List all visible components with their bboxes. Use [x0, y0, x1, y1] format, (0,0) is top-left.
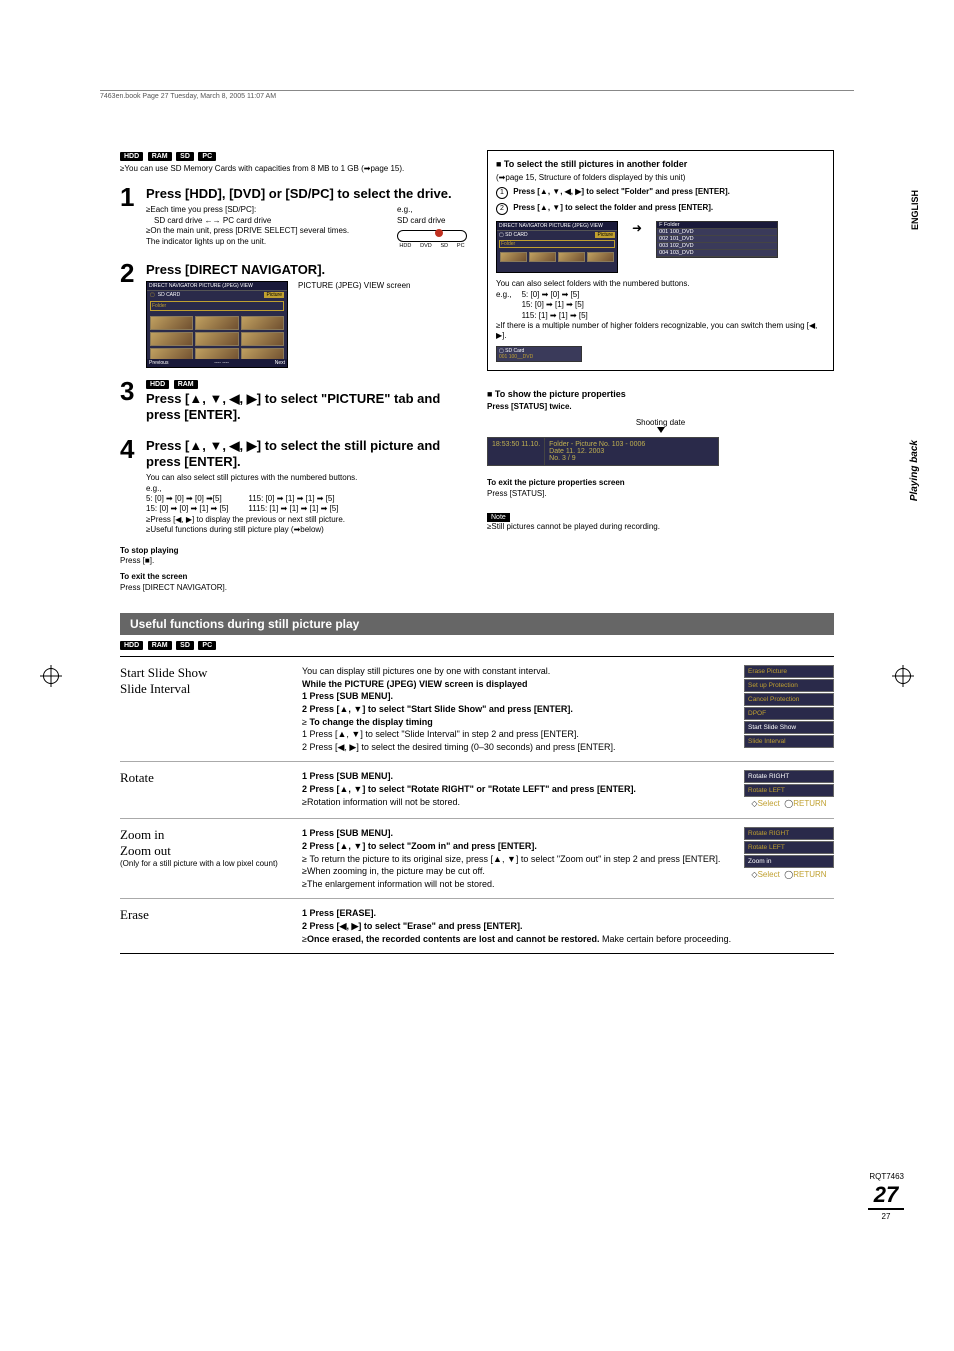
section-tab: Playing back	[909, 440, 920, 501]
model-code: RQT7463	[869, 1172, 904, 1181]
row-erase: Erase 1 Press [ERASE]. 2 Press [◀, ▶] to…	[120, 899, 834, 954]
right-column: ■ To select the still pictures in anothe…	[487, 150, 834, 593]
arrow-icon: ➜	[626, 221, 648, 235]
circled-2: 2	[496, 203, 508, 215]
header-text: 7463en.book Page 27 Tuesday, March 8, 20…	[100, 93, 276, 100]
badge-ram: RAM	[148, 152, 172, 161]
badge-sd: SD	[176, 152, 194, 161]
step-3: 3 HDD RAM Press [▲, ▼, ◀, ▶] to select "…	[120, 378, 467, 426]
left-column: HDD RAM SD PC ≥You can use SD Memory Car…	[120, 150, 467, 593]
circled-1: 1	[496, 187, 508, 199]
functions-table: Start Slide Show Slide Interval You can …	[120, 656, 834, 954]
step-2-caption: PICTURE (JPEG) VIEW screen	[298, 281, 410, 291]
manual-page: 7463en.book Page 27 Tuesday, March 8, 20…	[0, 0, 954, 1351]
step-2: 2 Press [DIRECT NAVIGATOR]. DIRECT NAVIG…	[120, 260, 467, 368]
step-1: 1 Press [HDD], [DVD] or [SD/PC] to selec…	[120, 184, 467, 250]
page-number: 27 27	[868, 1182, 904, 1221]
note-label: Note	[487, 513, 510, 522]
step-1-line: The indicator lights up on the unit.	[146, 237, 387, 247]
properties-block: ■ To show the picture properties Press […	[487, 389, 834, 533]
jpeg-view-screen: DIRECT NAVIGATOR PICTURE (JPEG) VIEW ▢SD…	[146, 281, 288, 368]
badge-hdd: HDD	[120, 152, 143, 161]
intro-line: ≥You can use SD Memory Cards with capaci…	[120, 164, 467, 174]
folder-select-block: ■ To select the still pictures in anothe…	[487, 150, 834, 371]
higher-folder-icon: ▢ SD Card 001 100__DVD	[496, 346, 582, 362]
step-2-title: Press [DIRECT NAVIGATOR].	[146, 262, 467, 277]
step-1-title: Press [HDD], [DVD] or [SD/PC] to select …	[146, 186, 467, 201]
useful-title: Useful functions during still picture pl…	[120, 613, 834, 635]
reg-mark-icon	[40, 665, 62, 687]
exit-heading: To exit the screen	[120, 572, 187, 581]
row-rotate: Rotate 1 Press [SUB MENU]. 2 Press [▲, ▼…	[120, 762, 834, 819]
step-1-eg2: SD card drive	[397, 216, 467, 226]
step-3-title: Press [▲, ▼, ◀, ▶] to select "PICTURE" t…	[146, 391, 467, 422]
folder-list: F Folder 001 100_DVD 002 101_DVD 003 102…	[656, 221, 778, 258]
reg-mark-icon	[892, 665, 914, 687]
language-tab: ENGLISH	[910, 190, 920, 230]
step-4: 4 Press [▲, ▼, ◀, ▶] to select the still…	[120, 436, 467, 535]
media-badges: HDD RAM SD PC	[120, 150, 467, 161]
stop-body: Press [■].	[120, 556, 154, 565]
step-1-line: ≥Each time you press [SD/PC]:	[146, 205, 387, 215]
exit-body: Press [DIRECT NAVIGATOR].	[120, 583, 227, 592]
step-1-eg: e.g.,	[397, 205, 467, 215]
main-content: HDD RAM SD PC ≥You can use SD Memory Car…	[120, 150, 834, 593]
badge-pc: PC	[198, 152, 216, 161]
step-1-line: SD card drive ←→ PC card drive	[146, 216, 387, 226]
step-1-line: ≥On the main unit, press [DRIVE SELECT] …	[146, 226, 387, 236]
folder-screen: DIRECT NAVIGATOR PICTURE (JPEG) VIEW ▢ S…	[496, 221, 618, 273]
stop-heading: To stop playing	[120, 546, 179, 555]
properties-osd: 18:53:50 11.10. Folder - Picture No. 103…	[487, 437, 719, 466]
step-4-title: Press [▲, ▼, ◀, ▶] to select the still p…	[146, 438, 467, 469]
down-arrow-icon	[657, 427, 665, 433]
step-1-number: 1	[120, 184, 146, 210]
registration-marks	[0, 665, 954, 687]
header-meta: 7463en.book Page 27 Tuesday, March 8, 20…	[100, 90, 854, 100]
submenu-3: Rotate RIGHT Rotate LEFT Zoom in ◇Select…	[744, 827, 834, 890]
row-zoom: Zoom in Zoom out (Only for a still pictu…	[120, 819, 834, 899]
submenu-2: Rotate RIGHT Rotate LEFT ◇Select ◯RETURN	[744, 770, 834, 810]
